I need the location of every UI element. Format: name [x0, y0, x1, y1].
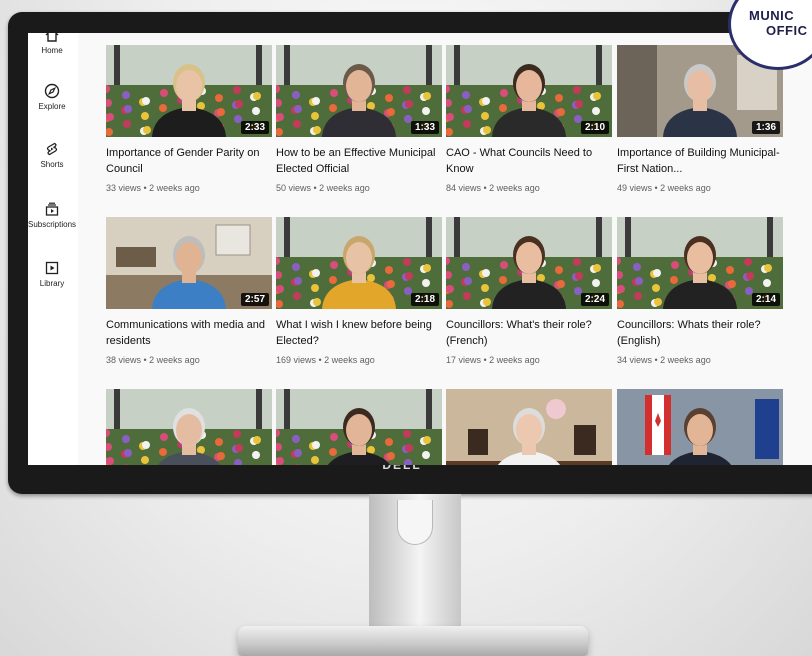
video-thumbnail[interactable]: 2:14 [617, 217, 783, 309]
thumbnail-image [106, 389, 272, 465]
video-meta: 38 views • 2 weeks ago [106, 355, 200, 365]
monitor-screen: Home Explore Shorts Subscriptions Librar… [28, 33, 812, 465]
video-thumbnail[interactable]: 2:18 [276, 217, 442, 309]
badge-text-line-2: OFFIC [766, 23, 808, 38]
subscriptions-icon [45, 202, 59, 216]
sidebar-item-shorts[interactable]: Shorts [28, 141, 76, 169]
video-title[interactable]: Communications with media and residents [106, 317, 270, 349]
video-card[interactable]: 2:24 Councillors: What's their role? (Fre… [446, 217, 612, 365]
video-duration-badge: 2:14 [751, 293, 780, 306]
video-title[interactable]: Councillors: What's their role? (French) [446, 317, 610, 349]
monitor-stand-cable-hole [397, 500, 433, 545]
video-thumbnail[interactable]: 2:10 [446, 45, 612, 137]
video-grid: 2:33 Importance of Gender Parity on Counc… [106, 33, 812, 465]
compass-icon [44, 83, 60, 99]
video-title[interactable]: What I wish I knew before being Elected? [276, 317, 440, 349]
video-title[interactable]: Councillors: Whats their role? (English) [617, 317, 781, 349]
video-thumbnail[interactable]: 1:33 [276, 45, 442, 137]
video-duration-badge: 2:18 [410, 293, 439, 306]
library-icon [45, 261, 59, 275]
sidebar-nav: Home Explore Shorts Subscriptions Librar… [28, 33, 78, 465]
video-duration-badge: 1:36 [751, 121, 780, 134]
sidebar-item-label: Library [39, 279, 65, 288]
video-card[interactable] [106, 389, 272, 465]
shorts-icon [46, 142, 58, 156]
video-thumbnail[interactable]: 2:24 [446, 217, 612, 309]
home-icon [45, 33, 59, 42]
sidebar-item-explore[interactable]: Explore [28, 83, 76, 111]
video-meta: 34 views • 2 weeks ago [617, 355, 711, 365]
video-title[interactable]: Importance of Gender Parity on Council [106, 145, 270, 177]
video-meta: 50 views • 2 weeks ago [276, 183, 370, 193]
thumbnail-image [446, 389, 612, 465]
video-card[interactable]: 2:33 Importance of Gender Parity on Counc… [106, 45, 272, 193]
video-thumbnail[interactable] [276, 389, 442, 465]
sidebar-item-library[interactable]: Library [28, 260, 76, 288]
video-meta: 49 views • 2 weeks ago [617, 183, 711, 193]
video-title[interactable]: How to be an Effective Municipal Elected… [276, 145, 440, 177]
video-meta: 84 views • 2 weeks ago [446, 183, 540, 193]
sidebar-item-label: Shorts [40, 160, 64, 169]
thumbnail-image [276, 389, 442, 465]
thumbnail-image [617, 389, 783, 465]
badge-text-line-1: MUNIC [749, 8, 795, 23]
video-title[interactable]: Importance of Building Municipal-First N… [617, 145, 781, 177]
video-card[interactable] [276, 389, 442, 465]
video-thumbnail[interactable] [106, 389, 272, 465]
video-duration-badge: 2:24 [580, 293, 609, 306]
video-card[interactable]: 2:57 Communications with media and reside… [106, 217, 272, 365]
sidebar-item-label: Subscriptions [28, 220, 77, 229]
sidebar-item-home[interactable]: Home [28, 33, 76, 55]
sidebar-item-label: Explore [38, 102, 66, 111]
video-card[interactable]: 2:14 Councillors: Whats their role? (Engl… [617, 217, 783, 365]
video-meta: 33 views • 2 weeks ago [106, 183, 200, 193]
sidebar-item-subscriptions[interactable]: Subscriptions [28, 201, 76, 229]
video-card[interactable]: 2:10 CAO - What Councils Need to Know 84 v… [446, 45, 612, 193]
video-thumbnail[interactable] [446, 389, 612, 465]
video-card[interactable] [446, 389, 612, 465]
video-duration-badge: 2:33 [240, 121, 269, 134]
video-duration-badge: 2:10 [580, 121, 609, 134]
video-card[interactable]: 1:36 Importance of Building Municipal-Fir… [617, 45, 783, 193]
video-card[interactable]: 1:33 How to be an Effective Municipal Ele… [276, 45, 442, 193]
video-thumbnail[interactable]: 2:57 [106, 217, 272, 309]
video-thumbnail[interactable] [617, 389, 783, 465]
video-thumbnail[interactable]: 2:33 [106, 45, 272, 137]
video-duration-badge: 2:57 [240, 293, 269, 306]
video-card[interactable]: 2:18 What I wish I knew before being Elec… [276, 217, 442, 365]
video-meta: 169 views • 2 weeks ago [276, 355, 375, 365]
video-duration-badge: 1:33 [410, 121, 439, 134]
video-meta: 17 views • 2 weeks ago [446, 355, 540, 365]
monitor-stand-base [238, 626, 588, 656]
video-card[interactable] [617, 389, 783, 465]
video-title[interactable]: CAO - What Councils Need to Know [446, 145, 610, 177]
sidebar-item-label: Home [41, 46, 63, 55]
